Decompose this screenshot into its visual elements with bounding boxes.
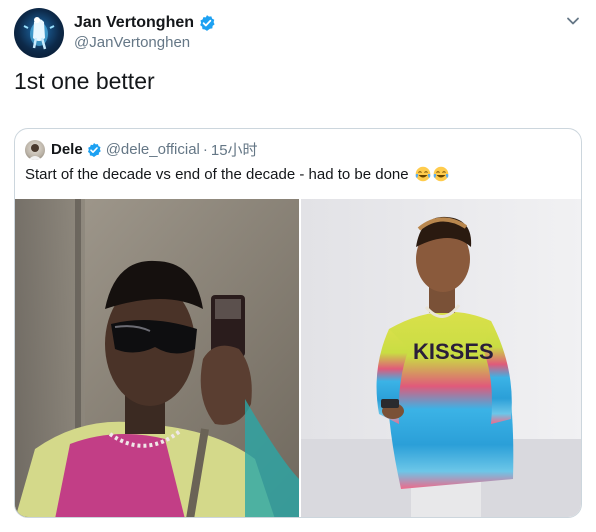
face-with-tears-of-joy-icon xyxy=(433,166,449,182)
verified-badge-icon xyxy=(87,142,101,157)
media-grid: KISSES xyxy=(15,199,581,517)
author-handle[interactable]: @JanVertonghen xyxy=(74,34,216,53)
face-with-tears-of-joy-icon xyxy=(415,166,431,182)
quoted-tweet-header: Dele @dele_official · 15小时 xyxy=(25,139,258,160)
quoted-text-body: Start of the decade vs end of the decade… xyxy=(25,166,409,183)
quoted-author-handle[interactable]: @dele_official xyxy=(106,141,200,158)
quoted-tweet[interactable]: Dele @dele_official · 15小时 Start of the … xyxy=(14,128,582,518)
colorful-sweater-photo[interactable]: KISSES xyxy=(301,199,581,517)
tweet-text: 1st one better xyxy=(14,68,155,94)
svg-text:KISSES: KISSES xyxy=(413,339,494,364)
separator-dot: · xyxy=(202,141,208,158)
quoted-timestamp[interactable]: 15小时 xyxy=(211,139,258,160)
avatar[interactable] xyxy=(14,8,64,58)
quoted-avatar[interactable] xyxy=(25,139,45,160)
quoted-author-name[interactable]: Dele xyxy=(51,141,83,158)
tweet-card: Jan Vertonghen @JanVertonghen 1st one be… xyxy=(0,0,596,532)
chevron-down-icon[interactable] xyxy=(566,14,580,28)
selfie-photo[interactable] xyxy=(15,199,299,517)
author-name[interactable]: Jan Vertonghen xyxy=(74,13,194,33)
quoted-tweet-text: Start of the decade vs end of the decade… xyxy=(25,166,449,183)
tweet-header: Jan Vertonghen @JanVertonghen xyxy=(14,8,216,58)
verified-badge-icon xyxy=(200,15,215,31)
